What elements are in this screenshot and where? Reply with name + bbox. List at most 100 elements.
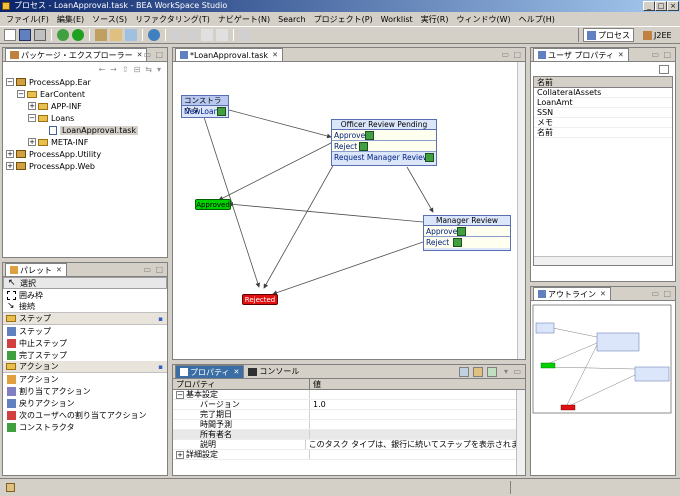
menu-refactor[interactable]: リファクタリング(T) [131, 14, 214, 25]
add-property-icon[interactable] [659, 64, 669, 74]
manager-review-node[interactable]: Manager Review Pending Approve Reject [423, 215, 511, 251]
forward-icon[interactable]: → [110, 65, 117, 74]
menu-navigate[interactable]: ナビゲート(N) [214, 14, 274, 25]
maximize-view-icon[interactable]: □ [155, 50, 163, 59]
palette-tool-select[interactable]: ↖ 選択 [3, 277, 167, 289]
property-value[interactable]: 1.0 [310, 400, 326, 409]
collapse-all-icon[interactable]: ⊟ [134, 65, 141, 74]
save-icon[interactable] [19, 29, 31, 41]
collapse-icon[interactable]: − [28, 114, 36, 122]
maximize-view-icon[interactable]: □ [663, 50, 671, 59]
property-row[interactable]: 説明 このタスク タイプは、銀行に続いてステップを表示されます。 [173, 440, 525, 450]
manager-approve-row[interactable]: Approve [424, 226, 510, 237]
minimize-view-icon[interactable]: ▭ [501, 50, 509, 59]
property-value[interactable] [310, 420, 313, 429]
restore-default-icon[interactable] [487, 366, 497, 377]
officer-reject-row[interactable]: Reject [332, 141, 436, 152]
prev-annotation-icon[interactable] [186, 29, 198, 41]
perspective-j2ee[interactable]: J2EE [640, 28, 675, 42]
print-icon[interactable] [34, 29, 46, 41]
menu-source[interactable]: ソース(S) [88, 14, 131, 25]
expand-icon[interactable]: + [6, 162, 14, 170]
user-property-row[interactable]: LoanAmt [534, 98, 672, 108]
user-property-row[interactable]: SSN [534, 108, 672, 118]
menu-file[interactable]: ファイル(F) [2, 14, 53, 25]
debug-icon[interactable] [57, 29, 69, 41]
minimize-view-icon[interactable]: ▭ [143, 265, 151, 274]
property-row[interactable]: 完了期日 [173, 410, 525, 420]
wizard-icon[interactable] [110, 29, 122, 41]
menu-worklist[interactable]: Worklist [377, 15, 417, 24]
palette-tool-connection[interactable]: ↘ 接続 [3, 301, 167, 313]
constructor-node-row[interactable]: NewLoan [182, 106, 228, 117]
constructor-node[interactable]: コンストラクタ NewLoan [181, 95, 229, 118]
expand-icon[interactable]: + [28, 102, 36, 110]
outline-tab[interactable]: アウトライン ✕ [533, 287, 611, 300]
manager-reject-row[interactable]: Reject [424, 237, 510, 248]
tree-item[interactable]: − Loans [6, 112, 167, 124]
tree-item[interactable]: LoanApproval.task [6, 124, 167, 136]
property-value[interactable]: このタスク タイプは、銀行に続いてステップを表示されます。 [306, 440, 525, 449]
minimize-button[interactable]: _ [643, 1, 655, 11]
collapse-icon[interactable]: − [6, 78, 14, 86]
property-row[interactable]: 時間予測 [173, 420, 525, 430]
fast-view-icon[interactable] [6, 483, 15, 492]
minimize-view-icon[interactable]: ▭ [651, 50, 659, 59]
new-icon[interactable] [4, 29, 16, 41]
maximize-view-icon[interactable]: □ [155, 265, 163, 274]
menu-project[interactable]: プロジェクト(P) [310, 14, 377, 25]
tree-item[interactable]: − ProcessApp.Ear [6, 76, 167, 88]
editor-tab[interactable]: *LoanApproval.task ✕ [175, 48, 283, 61]
palette-item[interactable]: 完了ステップ [3, 349, 167, 361]
property-row[interactable]: バージョン 1.0 [173, 400, 525, 410]
canvas-vertical-scrollbar[interactable] [517, 62, 525, 359]
palette-item[interactable]: 次のユーザへの割り当てアクション [3, 409, 167, 421]
outline-thumbnail[interactable] [531, 301, 675, 475]
property-value[interactable] [310, 430, 313, 439]
user-property-row[interactable]: メモ [534, 118, 672, 128]
tree-item[interactable]: + APP-INF [6, 100, 167, 112]
palette-item[interactable]: コンストラクタ [3, 421, 167, 433]
palette-item[interactable]: 中止ステップ [3, 337, 167, 349]
pin-editor-icon[interactable] [239, 29, 251, 41]
collapse-icon[interactable]: − [17, 90, 25, 98]
console-tab[interactable]: コンソール [244, 365, 304, 378]
menu-search[interactable]: Search [274, 15, 309, 24]
property-row[interactable]: 所有者名 [173, 430, 525, 440]
package-explorer-tab[interactable]: パッケージ・エクスプローラー ✕ [5, 48, 148, 61]
close-icon[interactable]: ✕ [600, 290, 606, 298]
officer-request-manager-row[interactable]: Request Manager Review [332, 152, 436, 163]
close-icon[interactable]: ✕ [137, 51, 143, 59]
pin-icon[interactable]: ▪ [158, 315, 163, 323]
menu-window[interactable]: ウィンドウ(W) [453, 14, 515, 25]
next-annotation-icon[interactable] [171, 29, 183, 41]
user-property-row[interactable]: 名前 [534, 128, 672, 138]
close-icon[interactable]: ✕ [618, 51, 624, 59]
palette-section[interactable]: アクション ▪ [3, 361, 167, 373]
rejected-node[interactable]: Rejected [242, 294, 278, 305]
close-icon[interactable]: ✕ [272, 51, 278, 59]
new-server-icon[interactable] [95, 29, 107, 41]
palette-tool-marquee[interactable]: 囲み枠 [3, 289, 167, 301]
tree-item[interactable]: − EarContent [6, 88, 167, 100]
tree-item[interactable]: + META-INF [6, 136, 167, 148]
show-categories-icon[interactable] [459, 366, 469, 377]
horizontal-scrollbar[interactable] [534, 256, 672, 265]
globe-icon[interactable] [148, 29, 160, 41]
task-diagram-canvas[interactable]: コンストラクタ NewLoan Officer Review Pending A… [173, 62, 525, 359]
view-menu-icon[interactable]: ▾ [157, 65, 161, 74]
view-menu-icon[interactable]: ▾ [504, 367, 508, 376]
expand-icon[interactable]: + [176, 451, 184, 459]
tree-item[interactable]: + ProcessApp.Web [6, 160, 167, 172]
minimize-view-icon[interactable]: ▭ [143, 50, 151, 59]
approved-node[interactable]: Approved [195, 199, 231, 210]
menu-help[interactable]: ヘルプ(H) [515, 14, 559, 25]
properties-scrollbar[interactable] [516, 390, 525, 475]
menu-run[interactable]: 実行(R) [417, 14, 453, 25]
up-icon[interactable]: ⇧ [122, 65, 129, 74]
forward-icon[interactable] [216, 29, 228, 41]
tree-item[interactable]: + ProcessApp.Utility [6, 148, 167, 160]
back-icon[interactable] [201, 29, 213, 41]
close-icon[interactable]: ✕ [56, 266, 62, 274]
palette-item[interactable]: 割り当てアクション [3, 385, 167, 397]
